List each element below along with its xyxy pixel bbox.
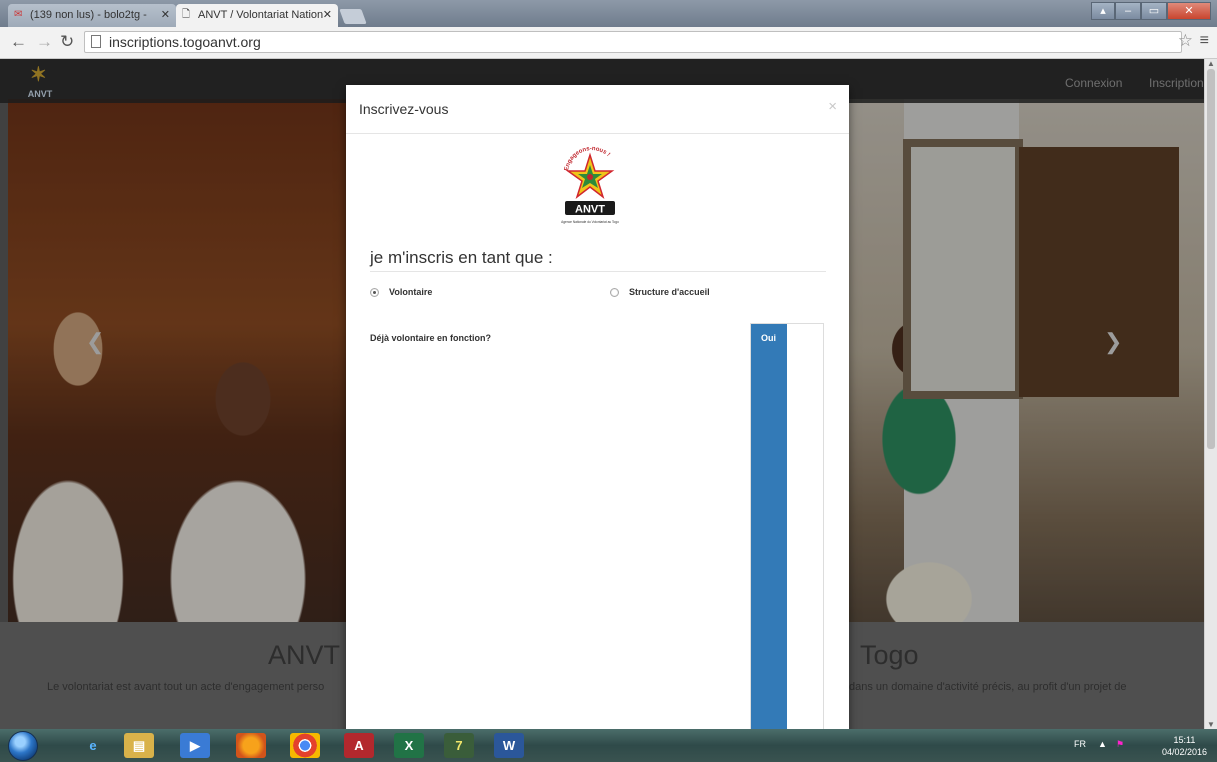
address-url: inscriptions.togoanvt.org (109, 34, 261, 50)
7zip-icon[interactable]: 7 (444, 733, 474, 758)
new-tab-button[interactable] (339, 9, 367, 24)
radio-volontaire[interactable]: Volontaire (370, 287, 432, 297)
menu-icon[interactable]: ≡ (1200, 32, 1209, 50)
close-window-icon[interactable]: ✕ (1167, 2, 1211, 20)
page-icon: 🗋 (182, 9, 191, 20)
radio-button[interactable] (610, 287, 619, 297)
word-icon[interactable]: W (494, 733, 524, 758)
radio-label: Structure d'accueil (629, 287, 710, 297)
minimize-icon[interactable]: – (1115, 2, 1141, 20)
firefox-icon[interactable] (236, 733, 266, 758)
excel-icon[interactable]: X (394, 733, 424, 758)
address-bar[interactable]: inscriptions.togoanvt.org (84, 31, 1182, 53)
toggle-label: Oui (761, 333, 776, 343)
tab-close-icon[interactable]: ✕ (323, 4, 332, 26)
question-label: Déjà volontaire en fonction? (370, 333, 492, 343)
taskbar: e ▤ ▶ A X 7 W FR ▲ ⚑ 15:11 04/02/2016 (0, 729, 1217, 762)
clock-date: 04/02/2016 (1161, 747, 1207, 757)
section-divider (370, 271, 826, 272)
anvt-logo: Engageons-nous ! ANVT Agence Nationale d… (561, 146, 619, 224)
logo-name: ANVT (575, 204, 605, 216)
chrome-icon[interactable] (290, 733, 320, 758)
browser-toolbar: ← → ↻ inscriptions.togoanvt.org ☆ ≡ (0, 27, 1217, 59)
scrollbar-thumb[interactable] (1207, 69, 1215, 449)
modal-header: Inscrivez-vous × (346, 85, 849, 134)
radio-structure-accueil[interactable]: Structure d'accueil (610, 287, 710, 297)
system-clock[interactable]: 15:11 04/02/2016 (1162, 734, 1207, 758)
forward-icon[interactable]: → (36, 31, 53, 53)
window-controls: ▴ – ▭ ✕ (1091, 2, 1211, 20)
bookmark-star-icon[interactable]: ☆ (1178, 31, 1193, 51)
browser-tabstrip: ✉ (139 non lus) - bolo2tg - ✕ 🗋 ANVT / V… (0, 0, 1217, 27)
show-hidden-icons[interactable]: ▲ (1098, 739, 1107, 749)
toggle-switch[interactable]: Oui (750, 323, 824, 729)
radio-label: Volontaire (389, 287, 433, 297)
close-icon[interactable]: × (828, 98, 837, 115)
access-icon[interactable]: A (344, 733, 374, 758)
tab-close-icon[interactable]: ✕ (161, 4, 170, 26)
internet-explorer-icon[interactable]: e (78, 733, 108, 758)
gmail-icon: ✉ (14, 9, 23, 20)
media-player-icon[interactable]: ▶ (180, 733, 210, 758)
scroll-up-icon[interactable]: ▲ (1207, 59, 1215, 68)
back-icon[interactable]: ← (10, 31, 27, 53)
explorer-icon[interactable]: ▤ (124, 733, 154, 758)
page-viewport: ✶ ANVT Connexion Inscription ❮ ❯ ANVT To… (0, 59, 1204, 729)
signup-modal: Inscrivez-vous × Engageons-nous ! ANVT A… (346, 85, 849, 729)
radio-button[interactable] (370, 287, 379, 297)
tab-label: (139 non lus) - bolo2tg - (30, 9, 147, 21)
tab-label: ANVT / Volontariat Nation (198, 9, 324, 21)
logo-subtitle: Agence Nationale du Volontariat au Togo (561, 220, 619, 224)
page-icon (91, 35, 101, 48)
section-title: je m'inscris en tant que : (370, 248, 553, 267)
tab-gmail[interactable]: ✉ (139 non lus) - bolo2tg - ✕ (8, 4, 176, 27)
reload-icon[interactable]: ↻ (60, 31, 74, 53)
page-scrollbar[interactable]: ▲ ▼ (1204, 59, 1217, 729)
scroll-down-icon[interactable]: ▼ (1207, 720, 1215, 729)
language-indicator[interactable]: FR (1074, 739, 1086, 749)
tab-anvt[interactable]: 🗋 ANVT / Volontariat Nation ✕ (176, 4, 338, 27)
user-icon[interactable]: ▴ (1091, 2, 1115, 20)
action-center-flag-icon[interactable]: ⚑ (1116, 739, 1124, 750)
start-button[interactable] (8, 731, 38, 761)
maximize-icon[interactable]: ▭ (1141, 2, 1167, 20)
toggle-on-state[interactable]: Oui (751, 324, 787, 729)
clock-time: 15:11 (1173, 735, 1196, 745)
modal-title: Inscrivez-vous (359, 101, 449, 117)
